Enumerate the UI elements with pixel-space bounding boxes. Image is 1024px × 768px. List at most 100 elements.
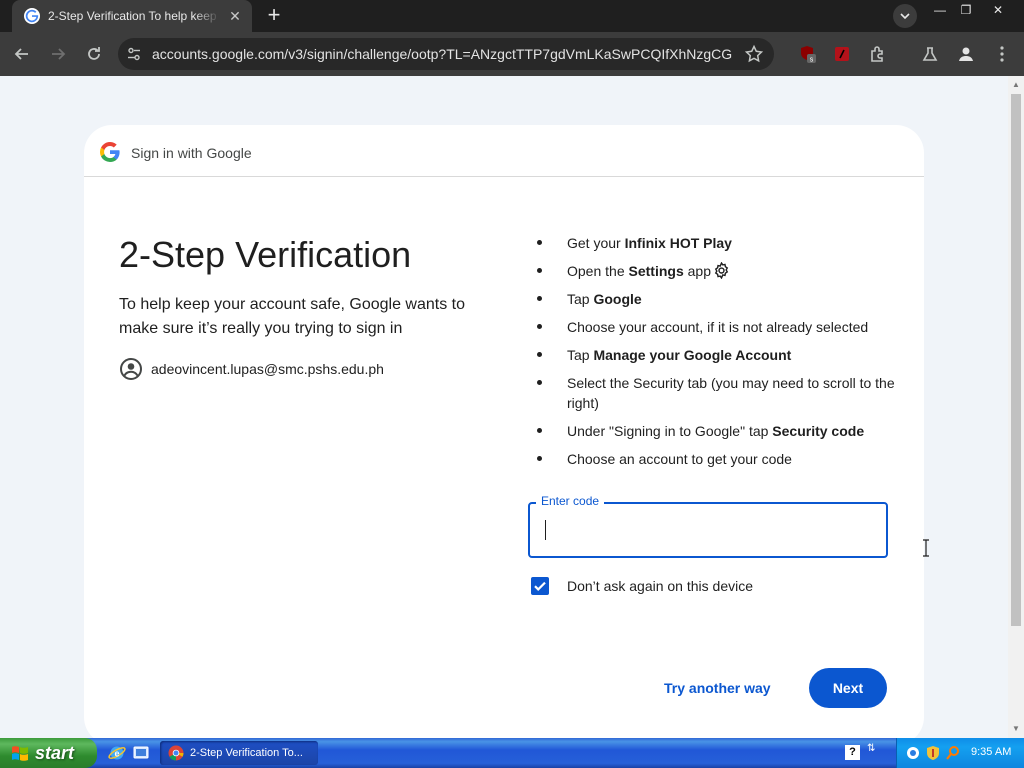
code-input[interactable]: [542, 514, 872, 546]
step-bold: Settings: [628, 263, 684, 279]
account-email: adeovincent.lupas@smc.pshs.edu.ph: [151, 361, 384, 377]
arrow-left-icon: [14, 48, 28, 60]
instructions-list: Get your Infinix HOT Play Open the Setti…: [536, 233, 896, 477]
next-button[interactable]: Next: [809, 668, 887, 708]
tab-close-icon[interactable]: ✕: [226, 8, 244, 25]
show-desktop-icon[interactable]: [132, 744, 150, 762]
gear-icon: [714, 262, 729, 279]
start-label: start: [35, 742, 75, 763]
site-settings-icon[interactable]: [126, 46, 142, 62]
tray-expand-icon[interactable]: ⇅: [867, 743, 875, 754]
step-bold: Manage your Google Account: [593, 347, 792, 363]
red-square-extension-icon: [835, 47, 849, 61]
list-item: Get your Infinix HOT Play: [536, 233, 896, 253]
google-logo-icon: [100, 142, 120, 162]
windows-taskbar: start e 2-Step Verification To... ? ⇅ 9:…: [0, 738, 1024, 768]
profile-icon: [959, 47, 973, 61]
step-text: Choose your account, if it is not alread…: [567, 319, 869, 335]
list-item: Select the Security tab (you may need to…: [536, 373, 896, 413]
list-item: Choose your account, if it is not alread…: [536, 317, 896, 337]
step-after: app: [683, 263, 711, 279]
step-text: Choose an account to get your code: [567, 451, 792, 467]
puzzle-icon: [871, 46, 883, 62]
svg-text:s: s: [810, 57, 814, 64]
remember-device-checkbox[interactable]: [531, 577, 549, 595]
new-tab-button[interactable]: +: [262, 4, 286, 28]
shield-extension-icon: s: [801, 46, 816, 64]
scroll-down-icon[interactable]: ▼: [1012, 724, 1020, 733]
close-window-button[interactable]: ✕: [984, 0, 1012, 20]
security-shield-icon[interactable]: [925, 745, 941, 761]
code-field[interactable]: [528, 502, 888, 558]
step-text: Under "Signing in to Google" tap: [567, 423, 773, 439]
page-subtitle: To help keep your account safe, Google w…: [119, 296, 465, 337]
internet-explorer-icon[interactable]: e: [108, 744, 126, 762]
step-bold: Google: [593, 291, 642, 307]
page-content: Sign in with Google 2-Step Verification …: [0, 76, 1008, 745]
help-icon[interactable]: ?: [845, 745, 860, 760]
tab-search-button[interactable]: [893, 4, 917, 28]
profile-button[interactable]: [954, 42, 978, 66]
step-text: Tap: [567, 347, 594, 363]
step-text: Get your: [567, 235, 625, 251]
extension-ublock-icon[interactable]: s: [796, 42, 820, 66]
url-text[interactable]: accounts.google.com/v3/signin/challenge/…: [152, 46, 732, 62]
chevron-down-icon: [900, 13, 910, 20]
tab-title: 2-Step Verification To help keep yo: [48, 9, 220, 23]
scroll-thumb[interactable]: [1011, 94, 1021, 626]
extension-red-icon[interactable]: [830, 42, 854, 66]
text-caret: [545, 520, 546, 540]
reload-button[interactable]: [82, 42, 106, 66]
browser-tab-strip: 2-Step Verification To help keep yo ✕ + …: [0, 0, 1024, 32]
step-bold: Security code: [772, 423, 865, 439]
address-bar[interactable]: accounts.google.com/v3/signin/challenge/…: [118, 38, 774, 70]
step-text: Tap: [567, 291, 594, 307]
start-button[interactable]: start: [0, 738, 97, 768]
google-favicon-icon: [24, 8, 40, 24]
signin-card: Sign in with Google 2-Step Verification …: [84, 125, 929, 745]
step-text: Open the: [567, 263, 629, 279]
try-another-way-button[interactable]: Try another way: [652, 668, 783, 708]
taskbar-item-label: 2-Step Verification To...: [190, 747, 303, 759]
extensions-button[interactable]: [866, 42, 890, 66]
list-item: Open the Settings app: [536, 261, 896, 281]
back-button[interactable]: [10, 42, 34, 66]
browser-menu-button[interactable]: [990, 42, 1014, 66]
system-tray: 9:35 AM: [896, 738, 1024, 768]
list-item: Tap Google: [536, 289, 896, 309]
arrow-right-icon: [52, 48, 66, 60]
list-item: Tap Manage your Google Account: [536, 345, 896, 365]
bookmark-star-icon[interactable]: [744, 44, 764, 64]
windows-logo-icon: [12, 746, 28, 761]
clock[interactable]: 9:35 AM: [971, 746, 1011, 758]
page-title: 2-Step Verification: [119, 234, 412, 275]
minimize-button[interactable]: —: [926, 0, 954, 20]
reload-icon: [88, 47, 100, 60]
page-scrollbar[interactable]: ▲ ▼: [1008, 76, 1024, 738]
browser-toolbar: accounts.google.com/v3/signin/challenge/…: [0, 32, 1024, 76]
search-icon[interactable]: [945, 745, 961, 761]
flask-icon: [922, 47, 938, 61]
account-circle-icon: [120, 358, 142, 380]
labs-button[interactable]: [918, 42, 942, 66]
kebab-menu-icon: [1000, 46, 1004, 62]
step-text: Select the Security tab (you may need to…: [567, 375, 895, 411]
checkmark-icon: [534, 581, 546, 591]
card-header: Sign in with Google: [84, 125, 924, 177]
list-item: Under "Signing in to Google" tap Securit…: [536, 421, 896, 441]
remember-device-label[interactable]: Don’t ask again on this device: [567, 578, 753, 594]
text-cursor-icon: [923, 539, 929, 557]
card-header-text: Sign in with Google: [131, 145, 252, 161]
chrome-icon: [168, 745, 184, 761]
list-item: Choose an account to get your code: [536, 449, 896, 469]
step-bold: Infinix HOT Play: [624, 235, 732, 251]
restore-button[interactable]: ❐: [952, 0, 980, 20]
account-chip[interactable]: adeovincent.lupas@smc.pshs.edu.ph: [119, 357, 384, 381]
forward-button[interactable]: [46, 42, 70, 66]
svg-text:e: e: [114, 749, 119, 759]
browser-tab-active[interactable]: 2-Step Verification To help keep yo ✕: [12, 0, 252, 32]
network-icon[interactable]: [905, 745, 921, 761]
scroll-up-icon[interactable]: ▲: [1012, 80, 1020, 89]
taskbar-item-chrome[interactable]: 2-Step Verification To...: [160, 741, 318, 765]
code-field-label: Enter code: [536, 494, 605, 508]
